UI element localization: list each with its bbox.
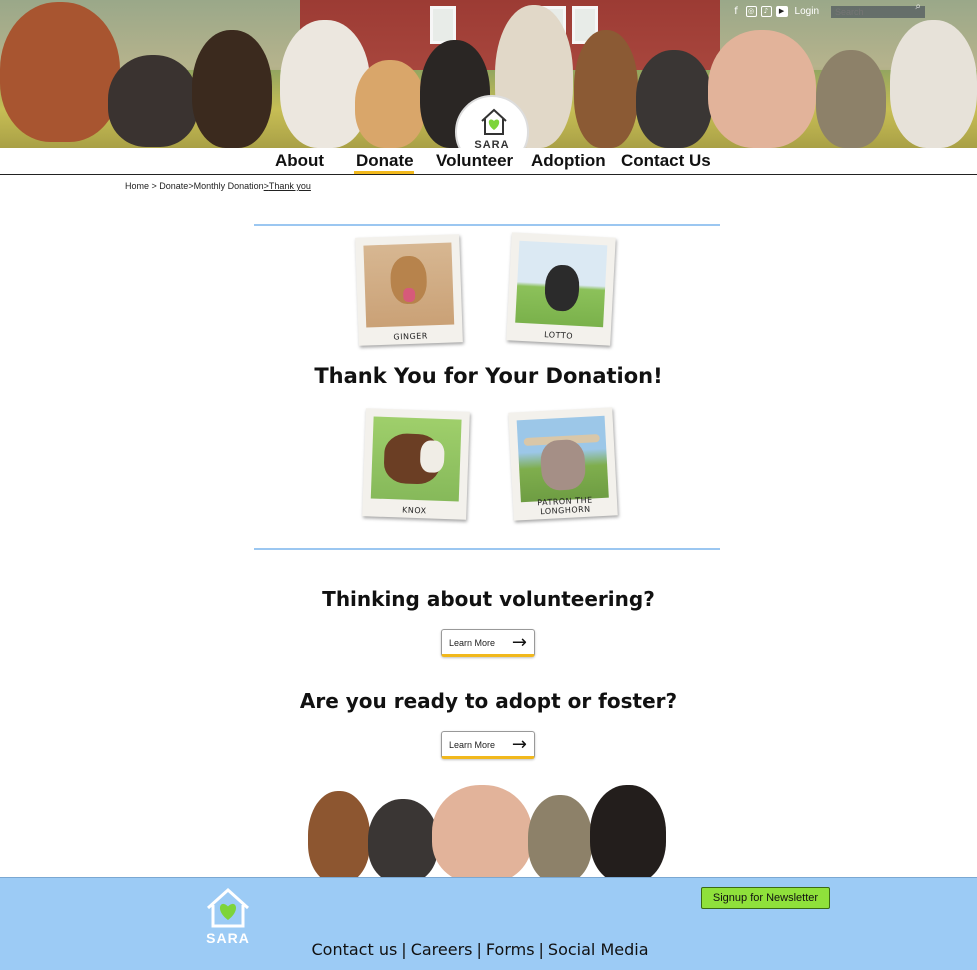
footer-separator: | bbox=[476, 940, 482, 959]
polaroid-knox: KNOX bbox=[362, 408, 470, 520]
right-arrow-icon: → bbox=[511, 632, 527, 653]
breadcrumb-monthly-donation[interactable]: Monthly Donation bbox=[194, 181, 264, 191]
dog-lab-image bbox=[368, 799, 438, 877]
polaroid-caption: LOTTO bbox=[543, 330, 574, 341]
photo-patron bbox=[516, 415, 609, 503]
adopt-learn-more-button[interactable]: Learn More → bbox=[441, 731, 535, 759]
polaroid-ginger: GINGER bbox=[355, 234, 463, 346]
adopt-heading: Are you ready to adopt or foster? bbox=[299, 689, 678, 713]
pig-pink-image bbox=[432, 785, 532, 877]
breadcrumb-home[interactable]: Home bbox=[125, 181, 149, 191]
photo-knox bbox=[370, 416, 462, 502]
divider-top bbox=[254, 224, 720, 226]
nav-item-adoption[interactable]: Adoption bbox=[531, 151, 606, 171]
house-heart-logo-icon bbox=[481, 108, 507, 135]
footer: SARA Signup for Newsletter Contact us | Ca… bbox=[0, 877, 977, 970]
facebook-icon[interactable]: f bbox=[731, 6, 742, 17]
button-label: Learn More bbox=[449, 740, 496, 750]
footer-logo[interactable]: SARA bbox=[204, 886, 252, 946]
cat-orange-image bbox=[355, 60, 425, 148]
dog-black-image bbox=[590, 785, 666, 877]
photo-lotto bbox=[515, 240, 608, 328]
barn-window bbox=[430, 6, 456, 44]
nav-item-contact-us[interactable]: Contact Us bbox=[621, 151, 711, 171]
nav-item-about[interactable]: About bbox=[275, 151, 324, 171]
nav-item-donate[interactable]: Donate bbox=[356, 151, 414, 171]
footer-link-contact-us[interactable]: Contact us bbox=[311, 940, 397, 959]
youtube-icon[interactable]: ▶ bbox=[775, 5, 788, 17]
search-wrapper: ⌕ bbox=[831, 1, 925, 20]
button-label: Learn More bbox=[449, 638, 496, 648]
breadcrumb-separator: > bbox=[149, 181, 160, 191]
goat-white-image bbox=[890, 20, 977, 148]
polaroid-lotto: LOTTO bbox=[506, 232, 616, 346]
thank-you-heading: Thank You for Your Donation! bbox=[314, 364, 663, 388]
social-bar: f ◎ ♪ ▶ Login ⌕ bbox=[731, 1, 925, 20]
house-heart-logo-icon bbox=[206, 887, 250, 928]
breadcrumb: Home > Donate>Monthly Donation>Thank you bbox=[125, 181, 311, 191]
footer-link-careers[interactable]: Careers bbox=[411, 940, 473, 959]
volunteer-heading: Thinking about volunteering? bbox=[322, 587, 655, 611]
animal-strip-image bbox=[300, 785, 676, 877]
polaroid-patron: PATRON THE LONGHORN bbox=[508, 407, 618, 521]
polaroid-caption: KNOX bbox=[401, 505, 427, 516]
search-input[interactable] bbox=[831, 6, 925, 18]
right-arrow-icon: → bbox=[511, 734, 527, 755]
search-icon[interactable]: ⌕ bbox=[915, 1, 921, 12]
goat-image bbox=[308, 791, 370, 877]
pig-pink-image bbox=[708, 30, 816, 148]
cat-tabby-image bbox=[528, 795, 592, 877]
rooster-image bbox=[192, 30, 272, 148]
dog-white-image bbox=[280, 20, 370, 148]
goat-image bbox=[574, 30, 638, 148]
main-nav: About Donate Volunteer Adoption Contact … bbox=[0, 148, 977, 175]
login-link[interactable]: Login bbox=[795, 6, 819, 17]
instagram-icon[interactable]: ◎ bbox=[745, 5, 757, 17]
pig-dark-image bbox=[108, 55, 198, 147]
footer-link-social-media[interactable]: Social Media bbox=[548, 940, 649, 959]
breadcrumb-current[interactable]: Thank you bbox=[269, 181, 311, 191]
footer-separator: | bbox=[538, 940, 544, 959]
cat-tabby-image bbox=[816, 50, 886, 148]
divider-bottom bbox=[254, 548, 720, 550]
footer-links: Contact us | Careers | Forms | Social Media bbox=[0, 940, 960, 959]
breadcrumb-donate[interactable]: Donate bbox=[159, 181, 188, 191]
newsletter-signup-button[interactable]: Signup for Newsletter bbox=[701, 887, 830, 909]
dog-lab-image bbox=[636, 50, 712, 148]
photo-ginger bbox=[363, 242, 455, 328]
nav-active-indicator bbox=[354, 171, 414, 174]
cow-image bbox=[0, 2, 120, 142]
polaroid-caption: GINGER bbox=[393, 331, 428, 342]
footer-link-forms[interactable]: Forms bbox=[486, 940, 535, 959]
tiktok-icon[interactable]: ♪ bbox=[760, 5, 772, 17]
footer-separator: | bbox=[401, 940, 407, 959]
nav-item-volunteer[interactable]: Volunteer bbox=[436, 151, 513, 171]
volunteer-learn-more-button[interactable]: Learn More → bbox=[441, 629, 535, 657]
